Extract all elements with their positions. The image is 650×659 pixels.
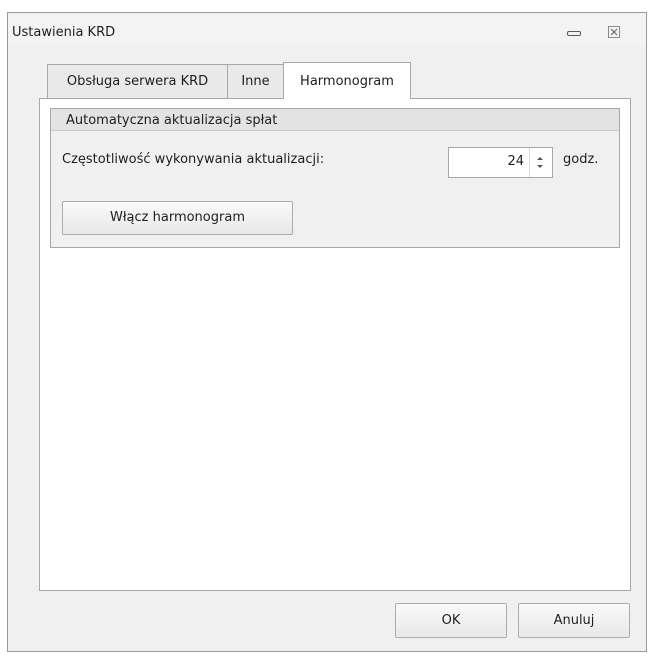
spin-up-icon[interactable] <box>537 157 543 160</box>
group-title: Automatyczna aktualizacja spłat <box>66 113 278 128</box>
tab-harmonogram[interactable]: Harmonogram <box>283 62 411 99</box>
tab-label: Harmonogram <box>300 74 394 89</box>
group-header: Automatyczna aktualizacja spłat <box>51 109 619 131</box>
tab-content-panel: Automatyczna aktualizacja spłat Częstotl… <box>39 98 631 591</box>
cancel-button[interactable]: Anuluj <box>518 603 630 638</box>
frequency-value[interactable]: 24 <box>507 154 524 169</box>
spin-down-icon[interactable] <box>537 165 543 168</box>
tab-label: Obsługa serwera KRD <box>66 74 209 89</box>
frequency-label: Częstotliwość wykonywania aktualizacji: <box>62 152 325 167</box>
spinner-arrows <box>529 148 552 177</box>
tab-inne[interactable]: Inne <box>227 64 284 98</box>
tab-obsluga-serwera[interactable]: Obsługa serwera KRD <box>47 64 228 98</box>
minimize-button[interactable] <box>564 24 586 40</box>
enable-schedule-button[interactable]: Włącz harmonogram <box>62 201 293 235</box>
ok-button[interactable]: OK <box>395 603 507 638</box>
close-icon <box>608 26 620 38</box>
minimize-icon <box>567 31 581 36</box>
frequency-spinner[interactable]: 24 <box>448 147 553 178</box>
tab-label: Inne <box>241 74 270 89</box>
close-button[interactable] <box>606 24 624 40</box>
unit-label: godz. <box>563 152 599 167</box>
window-title: Ustawienia KRD <box>12 25 116 40</box>
titlebar: Ustawienia KRD <box>8 13 646 45</box>
settings-window: Ustawienia KRD Obsługa serwera KRD Inne … <box>7 12 647 652</box>
auto-update-group: Automatyczna aktualizacja spłat Częstotl… <box>50 108 620 248</box>
